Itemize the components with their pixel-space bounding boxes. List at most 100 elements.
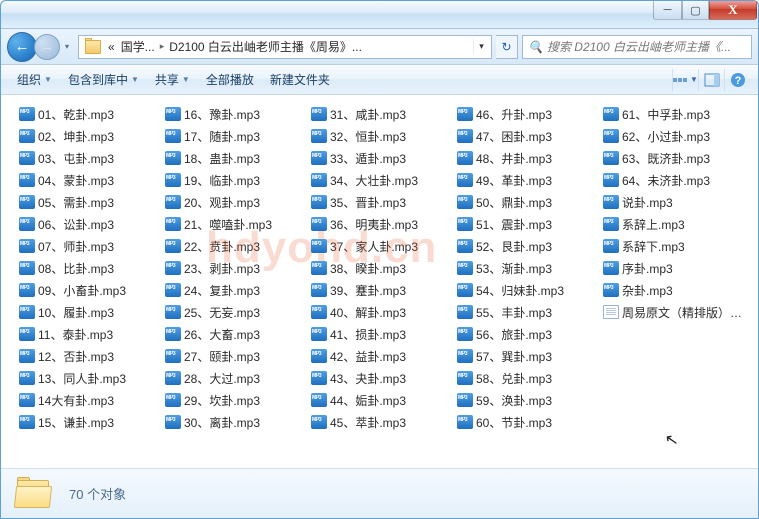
- file-item[interactable]: 28、大过.mp3: [163, 367, 309, 389]
- file-item[interactable]: 12、否卦.mp3: [17, 345, 163, 367]
- breadcrumb-sep-icon[interactable]: ▸: [158, 41, 167, 52]
- file-item[interactable]: 26、大畜.mp3: [163, 323, 309, 345]
- forward-button[interactable]: →: [34, 34, 60, 60]
- file-item[interactable]: 45、萃卦.mp3: [309, 411, 455, 433]
- file-item[interactable]: 24、复卦.mp3: [163, 279, 309, 301]
- file-item[interactable]: 49、革卦.mp3: [455, 169, 601, 191]
- file-item[interactable]: 52、艮卦.mp3: [455, 235, 601, 257]
- breadcrumb-overflow[interactable]: «: [105, 40, 118, 54]
- file-item[interactable]: 35、晋卦.mp3: [309, 191, 455, 213]
- help-button[interactable]: ?: [724, 69, 750, 91]
- file-item[interactable]: 05、需卦.mp3: [17, 191, 163, 213]
- organize-menu[interactable]: 组织▼: [9, 66, 60, 93]
- file-item[interactable]: 64、未济卦.mp3: [601, 169, 747, 191]
- file-item[interactable]: 40、解卦.mp3: [309, 301, 455, 323]
- file-item[interactable]: 55、丰卦.mp3: [455, 301, 601, 323]
- file-item[interactable]: 59、涣卦.mp3: [455, 389, 601, 411]
- file-item[interactable]: 58、兑卦.mp3: [455, 367, 601, 389]
- refresh-button[interactable]: ↻: [496, 35, 518, 59]
- file-item[interactable]: 46、升卦.mp3: [455, 103, 601, 125]
- file-item[interactable]: 56、旅卦.mp3: [455, 323, 601, 345]
- file-name: 06、讼卦.mp3: [38, 216, 114, 233]
- file-item[interactable]: 19、临卦.mp3: [163, 169, 309, 191]
- file-item[interactable]: 62、小过卦.mp3: [601, 125, 747, 147]
- file-item[interactable]: 36、明夷卦.mp3: [309, 213, 455, 235]
- address-dropdown[interactable]: ▾: [473, 38, 489, 55]
- file-item[interactable]: 54、归妹卦.mp3: [455, 279, 601, 301]
- file-item[interactable]: 15、谦卦.mp3: [17, 411, 163, 433]
- file-item[interactable]: 44、姤卦.mp3: [309, 389, 455, 411]
- file-item[interactable]: 说卦.mp3: [601, 191, 747, 213]
- file-item[interactable]: 01、乾卦.mp3: [17, 103, 163, 125]
- file-item[interactable]: 32、恒卦.mp3: [309, 125, 455, 147]
- file-item[interactable]: 61、中孚卦.mp3: [601, 103, 747, 125]
- breadcrumb-parent[interactable]: 国学...: [118, 38, 158, 55]
- close-button[interactable]: X: [709, 1, 757, 20]
- file-item[interactable]: 50、鼎卦.mp3: [455, 191, 601, 213]
- file-item[interactable]: 22、贲卦.mp3: [163, 235, 309, 257]
- mp3-file-icon: [165, 107, 181, 121]
- file-item[interactable]: 29、坎卦.mp3: [163, 389, 309, 411]
- preview-pane-button[interactable]: [698, 69, 724, 91]
- file-item[interactable]: 37、家人卦.mp3: [309, 235, 455, 257]
- file-item[interactable]: 07、师卦.mp3: [17, 235, 163, 257]
- breadcrumb-current[interactable]: D2100 白云出岫老师主播《周易》...: [166, 38, 365, 55]
- file-item[interactable]: 02、坤卦.mp3: [17, 125, 163, 147]
- file-item[interactable]: 13、同人卦.mp3: [17, 367, 163, 389]
- file-item[interactable]: 30、离卦.mp3: [163, 411, 309, 433]
- file-item[interactable]: 18、蛊卦.mp3: [163, 147, 309, 169]
- file-name: 17、随卦.mp3: [184, 128, 260, 145]
- search-input[interactable]: 🔍 搜索 D2100 白云出岫老师主播《...: [522, 35, 752, 59]
- file-item[interactable]: 系辞下.mp3: [601, 235, 747, 257]
- view-options-button[interactable]: ▼: [672, 69, 698, 91]
- file-item[interactable]: 33、遁卦.mp3: [309, 147, 455, 169]
- file-item[interactable]: 20、观卦.mp3: [163, 191, 309, 213]
- maximize-button[interactable]: ▢: [682, 1, 709, 20]
- file-item[interactable]: 序卦.mp3: [601, 257, 747, 279]
- file-item[interactable]: 系辞上.mp3: [601, 213, 747, 235]
- play-all-button[interactable]: 全部播放: [198, 66, 262, 93]
- file-item[interactable]: 60、节卦.mp3: [455, 411, 601, 433]
- file-item[interactable]: 06、讼卦.mp3: [17, 213, 163, 235]
- back-button[interactable]: ←: [7, 32, 37, 62]
- file-item[interactable]: 17、随卦.mp3: [163, 125, 309, 147]
- address-bar[interactable]: « 国学... ▸ D2100 白云出岫老师主播《周易》... ▾: [78, 35, 492, 59]
- file-item[interactable]: 11、泰卦.mp3: [17, 323, 163, 345]
- file-item[interactable]: 25、无妄.mp3: [163, 301, 309, 323]
- file-item[interactable]: 53、渐卦.mp3: [455, 257, 601, 279]
- new-folder-button[interactable]: 新建文件夹: [262, 66, 338, 93]
- file-item[interactable]: 14大有卦.mp3: [17, 389, 163, 411]
- file-item[interactable]: 16、豫卦.mp3: [163, 103, 309, 125]
- file-item[interactable]: 48、井卦.mp3: [455, 147, 601, 169]
- file-item[interactable]: 04、蒙卦.mp3: [17, 169, 163, 191]
- file-item[interactable]: 08、比卦.mp3: [17, 257, 163, 279]
- file-name: 01、乾卦.mp3: [38, 106, 114, 123]
- file-item[interactable]: 41、损卦.mp3: [309, 323, 455, 345]
- file-item[interactable]: 03、屯卦.mp3: [17, 147, 163, 169]
- file-item[interactable]: 63、既济卦.mp3: [601, 147, 747, 169]
- file-name: 42、益卦.mp3: [330, 348, 406, 365]
- file-item[interactable]: 周易原文（精排版）.doc: [601, 301, 747, 323]
- file-item[interactable]: 31、咸卦.mp3: [309, 103, 455, 125]
- file-item[interactable]: 47、困卦.mp3: [455, 125, 601, 147]
- file-item[interactable]: 57、巽卦.mp3: [455, 345, 601, 367]
- file-item[interactable]: 39、蹇卦.mp3: [309, 279, 455, 301]
- file-item[interactable]: 09、小畜卦.mp3: [17, 279, 163, 301]
- file-item[interactable]: 27、颐卦.mp3: [163, 345, 309, 367]
- file-item[interactable]: 43、夬卦.mp3: [309, 367, 455, 389]
- include-in-library-menu[interactable]: 包含到库中▼: [60, 66, 147, 93]
- nav-history-dropdown[interactable]: ▾: [60, 37, 74, 57]
- file-item[interactable]: 38、睽卦.mp3: [309, 257, 455, 279]
- file-item[interactable]: 21、噬嗑卦.mp3: [163, 213, 309, 235]
- share-menu[interactable]: 共享▼: [147, 66, 198, 93]
- file-item[interactable]: 34、大壮卦.mp3: [309, 169, 455, 191]
- mp3-file-icon: [311, 393, 327, 407]
- minimize-button[interactable]: ─: [653, 1, 682, 20]
- file-item[interactable]: 51、震卦.mp3: [455, 213, 601, 235]
- file-item[interactable]: 42、益卦.mp3: [309, 345, 455, 367]
- file-item[interactable]: 杂卦.mp3: [601, 279, 747, 301]
- mp3-file-icon: [311, 371, 327, 385]
- file-item[interactable]: 23、剥卦.mp3: [163, 257, 309, 279]
- file-item[interactable]: 10、履卦.mp3: [17, 301, 163, 323]
- file-name: 10、履卦.mp3: [38, 304, 114, 321]
